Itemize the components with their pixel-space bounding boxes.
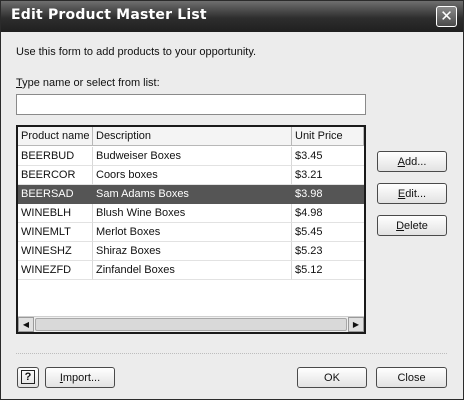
price-cell: $3.98 (292, 185, 364, 204)
edit-button[interactable]: Edit... (377, 183, 447, 204)
product-list[interactable]: Product name Description Unit Price BEER… (16, 125, 366, 334)
close-icon[interactable]: ✕ (436, 6, 457, 27)
table-row[interactable]: BEERCOR Coors boxes $3.21 (18, 166, 364, 185)
help-icon: ? (21, 370, 35, 384)
table-row[interactable]: WINEZFD Zinfandel Boxes $5.12 (18, 261, 364, 280)
scrollbar-thumb[interactable] (35, 318, 347, 331)
close-button[interactable]: Close (376, 367, 447, 388)
edit-label: dit... (405, 188, 427, 200)
help-button[interactable]: ? (17, 367, 39, 388)
description-cell: Shiraz Boxes (93, 242, 292, 261)
description-cell: Zinfandel Boxes (93, 261, 292, 280)
scroll-left-icon[interactable]: ◀ (18, 317, 34, 332)
price-cell: $5.45 (292, 223, 364, 242)
column-header-product-name[interactable]: Product name (18, 127, 93, 146)
column-header-description[interactable]: Description (93, 127, 292, 146)
description-cell: Sam Adams Boxes (93, 185, 292, 204)
price-cell: $4.98 (292, 204, 364, 223)
product-name-cell: BEERCOR (18, 166, 93, 185)
price-cell: $5.23 (292, 242, 364, 261)
footer-divider (16, 353, 447, 354)
table-row[interactable]: BEERSAD Sam Adams Boxes $3.98 (18, 185, 364, 204)
product-name-cell: WINEBLH (18, 204, 93, 223)
table-row[interactable]: WINEMLT Merlot Boxes $5.45 (18, 223, 364, 242)
product-name-cell: WINEZFD (18, 261, 93, 280)
label-text: ype name or select from list: (22, 77, 160, 89)
title-bar[interactable]: Edit Product Master List ✕ (1, 1, 463, 32)
delete-label: elete (404, 220, 428, 232)
description-cell: Coors boxes (93, 166, 292, 185)
product-name-input[interactable] (16, 94, 366, 115)
product-name-cell: WINEMLT (18, 223, 93, 242)
price-cell: $3.21 (292, 166, 364, 185)
description-cell: Budweiser Boxes (93, 147, 292, 166)
table-row[interactable]: WINESHZ Shiraz Boxes $5.23 (18, 242, 364, 261)
add-button[interactable]: Add... (377, 151, 447, 172)
list-header: Product name Description Unit Price (18, 127, 364, 146)
instruction-text: Use this form to add products to your op… (16, 46, 257, 58)
window-title: Edit Product Master List (11, 7, 207, 23)
edit-product-dialog: Edit Product Master List ✕ Use this form… (0, 0, 464, 400)
description-cell: Blush Wine Boxes (93, 204, 292, 223)
delete-mnemonic: D (396, 220, 405, 232)
price-cell: $5.12 (292, 261, 364, 280)
ok-button[interactable]: OK (297, 367, 367, 388)
list-body: BEERBUD Budweiser Boxes $3.45 BEERCOR Co… (18, 147, 364, 280)
price-cell: $3.45 (292, 147, 364, 166)
horizontal-scrollbar[interactable]: ◀ ▶ (18, 316, 364, 332)
column-header-unit-price[interactable]: Unit Price (292, 127, 364, 146)
product-name-cell: BEERBUD (18, 147, 93, 166)
import-button[interactable]: Import... (45, 367, 115, 388)
product-name-cell: WINESHZ (18, 242, 93, 261)
scroll-right-icon[interactable]: ▶ (348, 317, 364, 332)
table-row[interactable]: BEERBUD Budweiser Boxes $3.45 (18, 147, 364, 166)
add-label: dd... (404, 156, 427, 168)
delete-button[interactable]: Delete (377, 215, 447, 236)
product-name-cell: BEERSAD (18, 185, 93, 204)
description-cell: Merlot Boxes (93, 223, 292, 242)
add-mnemonic: A (397, 156, 405, 168)
import-label: mport... (62, 372, 101, 384)
name-field-label: Type name or select from list: (16, 77, 160, 89)
table-row[interactable]: WINEBLH Blush Wine Boxes $4.98 (18, 204, 364, 223)
